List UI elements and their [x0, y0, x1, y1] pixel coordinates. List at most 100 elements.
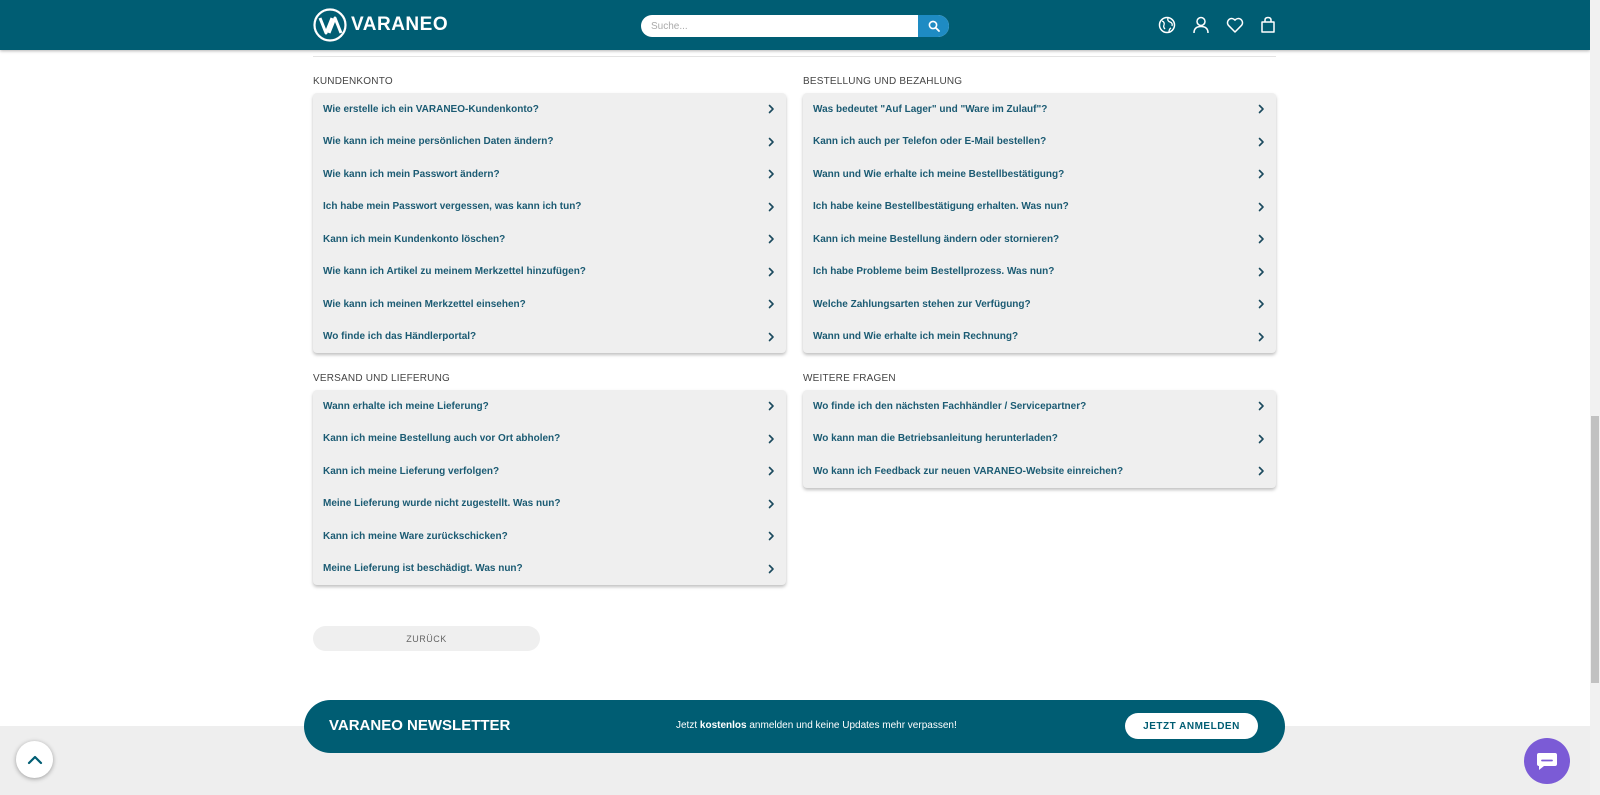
faq-question: Kann ich meine Bestellung auch vor Ort a… [323, 433, 561, 445]
faq-item[interactable]: Wo kann man die Betriebsanleitung herunt… [803, 423, 1276, 456]
newsletter-signup-button[interactable]: JETZT ANMELDEN [1125, 713, 1258, 739]
faq-item[interactable]: Kann ich meine Bestellung auch vor Ort a… [313, 423, 786, 456]
faq-item[interactable]: Ich habe mein Passwort vergessen, was ka… [313, 191, 786, 224]
chat-icon [1537, 753, 1557, 770]
section-versand: VERSAND UND LIEFERUNG Wann erhalte ich m… [313, 372, 786, 585]
faq-item[interactable]: Meine Lieferung wurde nicht zugestellt. … [313, 488, 786, 521]
logo-text: VARANEO [351, 14, 449, 35]
chevron-right-icon [768, 401, 774, 411]
scroll-to-top-button[interactable] [16, 741, 53, 778]
faq-item[interactable]: Welche Zahlungsarten stehen zur Verfügun… [803, 288, 1276, 321]
faq-item[interactable]: Ich habe keine Bestellbestätigung erhalt… [803, 191, 1276, 224]
faq-list: Wie erstelle ich ein VARANEO-Kundenkonto… [313, 93, 786, 353]
faq-question: Wie kann ich Artikel zu meinem Merkzette… [323, 266, 586, 278]
faq-list: Wo finde ich den nächsten Fachhändler / … [803, 390, 1276, 488]
section-bestellung: BESTELLUNG UND BEZAHLUNG Was bedeutet "A… [803, 75, 1276, 353]
chevron-right-icon [1258, 234, 1264, 244]
chevron-right-icon [768, 169, 774, 179]
faq-question: Wie kann ich meinen Merkzettel einsehen? [323, 298, 526, 310]
divider [313, 56, 1276, 57]
chevron-right-icon [1258, 104, 1264, 114]
chevron-right-icon [768, 434, 774, 444]
faq-question: Ich habe keine Bestellbestätigung erhalt… [813, 201, 1069, 213]
faq-question: Wo kann ich Feedback zur neuen VARANEO-W… [813, 465, 1124, 477]
faq-item[interactable]: Meine Lieferung ist beschädigt. Was nun? [313, 553, 786, 586]
faq-question: Wie erstelle ich ein VARANEO-Kundenkonto… [323, 103, 539, 115]
newsletter-text-bold: kostenlos [699, 720, 747, 731]
faq-item[interactable]: Wann und Wie erhalte ich meine Bestellbe… [803, 158, 1276, 191]
chevron-right-icon [1258, 401, 1264, 411]
bag-icon[interactable] [1258, 15, 1278, 35]
search-icon [928, 20, 940, 32]
heart-icon[interactable] [1225, 15, 1245, 35]
chevron-up-icon [27, 755, 42, 764]
section-title: KUNDENKONTO [313, 76, 393, 87]
faq-question: Meine Lieferung ist beschädigt. Was nun? [323, 563, 523, 575]
chevron-right-icon [768, 564, 774, 574]
chevron-right-icon [1258, 299, 1264, 309]
newsletter-text-before: Jetzt [676, 720, 700, 731]
newsletter-text: Jetzt kostenlos anmelden und keine Updat… [676, 720, 957, 731]
faq-item[interactable]: Kann ich meine Ware zurückschicken? [313, 520, 786, 553]
scrollbar[interactable] [1590, 0, 1600, 795]
faq-item[interactable]: Wie kann ich mein Passwort ändern? [313, 158, 786, 191]
chat-button[interactable] [1524, 738, 1570, 784]
faq-item[interactable]: Wie kann ich meine persönlichen Daten än… [313, 126, 786, 159]
faq-question: Meine Lieferung wurde nicht zugestellt. … [323, 498, 561, 510]
faq-item[interactable]: Wo kann ich Feedback zur neuen VARANEO-W… [803, 455, 1276, 488]
faq-list: Wann erhalte ich meine Lieferung? Kann ic… [313, 390, 786, 585]
faq-item[interactable]: Kann ich meine Lieferung verfolgen? [313, 455, 786, 488]
scrollbar-thumb[interactable] [1591, 416, 1599, 683]
faq-question: Kann ich mein Kundenkonto löschen? [323, 233, 506, 245]
faq-question: Ich habe Probleme beim Bestellprozess. W… [813, 266, 1055, 278]
faq-item[interactable]: Kann ich mein Kundenkonto löschen? [313, 223, 786, 256]
newsletter-banner: VARANEO NEWSLETTER Jetzt kostenlos anmel… [304, 700, 1285, 753]
chevron-right-icon [768, 267, 774, 277]
faq-question: Wie kann ich meine persönlichen Daten än… [323, 136, 554, 148]
logo[interactable]: VARANEO [313, 8, 449, 42]
faq-item[interactable]: Wie kann ich meinen Merkzettel einsehen? [313, 288, 786, 321]
chevron-right-icon [768, 202, 774, 212]
faq-item[interactable]: Was bedeutet "Auf Lager" und "Ware im Zu… [803, 93, 1276, 126]
chevron-right-icon [1258, 434, 1264, 444]
faq-question: Was bedeutet "Auf Lager" und "Ware im Zu… [813, 103, 1048, 115]
faq-question: Wie kann ich mein Passwort ändern? [323, 168, 500, 180]
chevron-right-icon [1258, 466, 1264, 476]
faq-question: Wo finde ich das Händlerportal? [323, 331, 477, 343]
faq-item[interactable]: Wann erhalte ich meine Lieferung? [313, 390, 786, 423]
faq-question: Welche Zahlungsarten stehen zur Verfügun… [813, 298, 1031, 310]
user-icon[interactable] [1191, 15, 1211, 35]
faq-item[interactable]: Ich habe Probleme beim Bestellprozess. W… [803, 256, 1276, 289]
faq-question: Wo kann man die Betriebsanleitung herunt… [813, 433, 1058, 445]
faq-item[interactable]: Kann ich auch per Telefon oder E-Mail be… [803, 126, 1276, 159]
faq-item[interactable]: Wie erstelle ich ein VARANEO-Kundenkonto… [313, 93, 786, 126]
back-button[interactable]: ZURÜCK [313, 626, 540, 651]
faq-item[interactable]: Kann ich meine Bestellung ändern oder st… [803, 223, 1276, 256]
section-title: WEITERE FRAGEN [803, 373, 896, 384]
search-button[interactable] [918, 15, 949, 37]
section-weitere: WEITERE FRAGEN Wo finde ich den nächsten… [803, 372, 1276, 488]
faq-question: Wann und Wie erhalte ich meine Bestellbe… [813, 168, 1065, 180]
chevron-right-icon [1258, 267, 1264, 277]
chevron-right-icon [768, 499, 774, 509]
chevron-right-icon [1258, 332, 1264, 342]
chevron-right-icon [1258, 169, 1264, 179]
newsletter-title: VARANEO NEWSLETTER [329, 717, 511, 734]
faq-item[interactable]: Wo finde ich den nächsten Fachhändler / … [803, 390, 1276, 423]
chevron-right-icon [768, 234, 774, 244]
faq-question: Kann ich auch per Telefon oder E-Mail be… [813, 136, 1047, 148]
chevron-right-icon [768, 466, 774, 476]
search-input[interactable] [641, 15, 931, 37]
varaneo-logo-icon [313, 8, 347, 42]
search-bar [641, 15, 949, 37]
faq-list: Was bedeutet "Auf Lager" und "Ware im Zu… [803, 93, 1276, 353]
faq-question: Wann erhalte ich meine Lieferung? [323, 400, 489, 412]
faq-question: Kann ich meine Ware zurückschicken? [323, 530, 508, 542]
faq-item[interactable]: Wie kann ich Artikel zu meinem Merkzette… [313, 256, 786, 289]
chevron-right-icon [768, 332, 774, 342]
site-header: VARANEO [0, 0, 1590, 50]
chevron-right-icon [768, 137, 774, 147]
globe-icon[interactable] [1157, 15, 1177, 35]
faq-item[interactable]: Wo finde ich das Händlerportal? [313, 321, 786, 354]
faq-item[interactable]: Wann und Wie erhalte ich mein Rechnung? [803, 321, 1276, 354]
